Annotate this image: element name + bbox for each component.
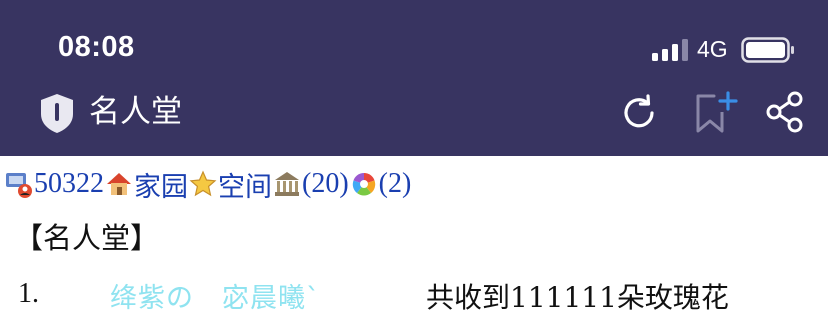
section-heading: 【名人堂】: [14, 221, 160, 255]
home-link[interactable]: 家园: [134, 165, 188, 204]
space-link[interactable]: 空间: [218, 165, 272, 204]
top-bar: 08:08 4G 名人堂: [0, 0, 828, 156]
network-type: 4G: [697, 36, 728, 62]
shield-icon: [41, 94, 73, 133]
album-count-link[interactable]: (2): [379, 168, 412, 200]
reload-icon[interactable]: [619, 93, 659, 133]
ranking-row: 1. 绛紫の 宓晨曦ˋ 共收到111111朵玫瑰花: [18, 276, 828, 316]
status-time: 08:08: [58, 31, 135, 63]
album-icon: [352, 172, 375, 196]
mail-icon: [6, 173, 32, 198]
share-icon[interactable]: [764, 91, 806, 133]
bookmark-add-icon[interactable]: [692, 90, 738, 134]
user-name-link[interactable]: 绛紫の 宓晨曦ˋ: [110, 276, 321, 315]
quick-links-row: 50322 家园 空间 (20) (2): [4, 165, 412, 204]
museum-icon: [275, 172, 299, 196]
battery-icon: [741, 37, 794, 63]
signal-icon: [652, 39, 688, 61]
page-title: 名人堂: [89, 94, 182, 130]
museum-count-link[interactable]: (20): [302, 168, 349, 200]
star-icon: [189, 170, 217, 197]
rank-description: 共收到111111朵玫瑰花: [426, 281, 729, 314]
rank-number: 1.: [18, 278, 39, 309]
mail-count-link[interactable]: 50322: [34, 168, 104, 200]
home-icon: [107, 173, 131, 195]
